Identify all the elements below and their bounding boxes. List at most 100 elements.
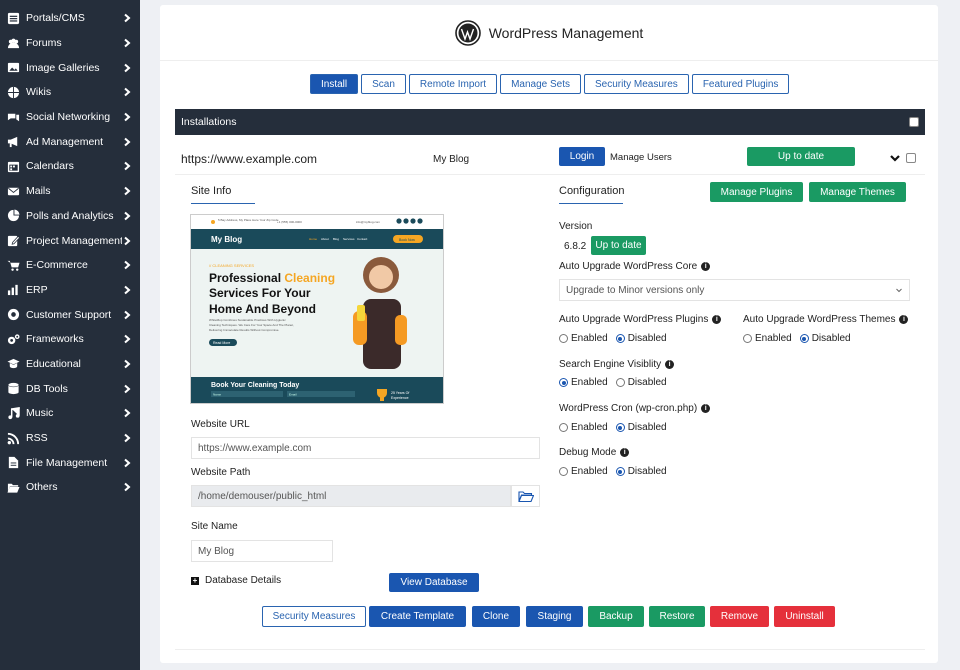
radio-label: Disabled [627, 333, 667, 344]
installation-name: My Blog [433, 154, 470, 165]
sidebar-item-label: Educational [26, 357, 81, 370]
sidebar-item-educational[interactable]: Educational [0, 352, 140, 377]
select-all-checkbox[interactable] [909, 117, 919, 127]
browse-folder-button[interactable] [511, 485, 540, 507]
main-panel: WordPress Management Install Scan Remote… [160, 5, 938, 663]
login-button[interactable]: Login [559, 147, 605, 166]
remove-button[interactable]: Remove [710, 606, 769, 627]
sidebar-item-music[interactable]: Music [0, 401, 140, 426]
folder-open-icon [6, 480, 20, 494]
sidebar-item-others[interactable]: Others [0, 475, 140, 500]
sidebar-item-label: Music [26, 407, 54, 420]
restore-button[interactable]: Restore [649, 606, 705, 627]
create-template-button[interactable]: Create Template [369, 606, 466, 627]
manage-plugins-button[interactable]: Manage Plugins [710, 182, 803, 202]
sidebar-item-ad-management[interactable]: Ad Management [0, 129, 140, 154]
radio-label: Disabled [627, 422, 667, 433]
sidebar-item-erp[interactable]: ERP [0, 278, 140, 303]
row-checkbox[interactable] [906, 153, 916, 163]
site-name-input[interactable]: My Blog [191, 540, 333, 562]
plugins-upgrade-options: Enabled Disabled [559, 333, 667, 344]
sidebar-item-label: Calendars [26, 160, 74, 173]
info-icon: i [620, 448, 630, 457]
info-icon: i [712, 315, 722, 324]
seo-disabled-radio[interactable] [615, 378, 625, 387]
sidebar-item-polls-and-analytics[interactable]: Polls and Analytics [0, 204, 140, 229]
security-measures-button[interactable]: Security Measures [262, 606, 366, 627]
manage-users-link[interactable]: Manage Users [610, 152, 672, 163]
view-database-button[interactable]: View Database [389, 573, 479, 592]
sidebar-item-label: Customer Support [26, 308, 112, 321]
website-url-input[interactable]: https://www.example.com [191, 437, 540, 459]
tab-security-measures[interactable]: Security Measures [584, 74, 689, 94]
site-preview-image: 5 Bay Address, My Place Here Your Zip Co… [191, 215, 443, 403]
info-icon: i [701, 404, 711, 413]
core-upgrade-select[interactable]: Upgrade to Minor versions only [559, 279, 910, 301]
sidebar-item-mails[interactable]: Mails [0, 179, 140, 204]
thumb-headline-3: Home And Beyond [209, 302, 316, 316]
themes-enabled-radio[interactable] [743, 334, 752, 343]
sidebar-item-portals-cms[interactable]: Portals/CMS [0, 6, 140, 31]
tab-bar: Install Scan Remote Import Manage Sets S… [310, 74, 790, 94]
plugins-upgrade-label-row: Auto Upgrade WordPress Plugins i [559, 314, 722, 325]
sidebar-item-calendars[interactable]: Calendars [0, 154, 140, 179]
sidebar-item-project-management[interactable]: Project Management [0, 228, 140, 253]
installation-url[interactable]: https://www.example.com [181, 152, 317, 166]
page-header: WordPress Management [160, 5, 938, 61]
debug-disabled-radio[interactable] [615, 467, 625, 476]
info-icon: i [665, 360, 675, 369]
sidebar-item-db-tools[interactable]: DB Tools [0, 376, 140, 401]
megaphone-icon [6, 135, 20, 149]
chevron-down-icon[interactable] [889, 152, 901, 164]
users-icon [6, 36, 20, 50]
divider [175, 649, 925, 650]
sidebar-item-social-networking[interactable]: Social Networking [0, 105, 140, 130]
tab-scan[interactable]: Scan [361, 74, 406, 94]
staging-button[interactable]: Staging [526, 606, 583, 627]
chevron-right-icon [122, 433, 132, 443]
website-path-label: Website Path [191, 467, 251, 478]
clone-button[interactable]: Clone [472, 606, 520, 627]
database-icon [6, 382, 20, 396]
tab-manage-sets[interactable]: Manage Sets [500, 74, 581, 94]
database-details-toggle[interactable]: + Database Details [191, 575, 281, 586]
sidebar-item-image-galleries[interactable]: Image Galleries [0, 55, 140, 80]
seo-label-row: Search Engine Visiblity i [559, 359, 675, 370]
plugins-enabled-radio[interactable] [559, 334, 568, 343]
sidebar-item-forums[interactable]: Forums [0, 31, 140, 56]
chevron-right-icon [122, 359, 132, 369]
themes-disabled-radio[interactable] [799, 334, 809, 343]
sidebar-item-file-management[interactable]: File Management [0, 450, 140, 475]
debug-label-row: Debug Mode i [559, 447, 630, 458]
thumb-email: info@myblog.com [356, 220, 381, 224]
sidebar-item-label: Portals/CMS [26, 12, 85, 25]
tab-install[interactable]: Install [310, 74, 359, 94]
tab-featured-plugins[interactable]: Featured Plugins [691, 74, 790, 94]
sidebar-item-label: Others [26, 481, 58, 494]
sidebar-item-wikis[interactable]: Wikis [0, 80, 140, 105]
sidebar-item-label: Social Networking [26, 111, 111, 124]
sidebar-item-frameworks[interactable]: Frameworks [0, 327, 140, 352]
backup-button[interactable]: Backup [588, 606, 644, 627]
chevron-right-icon [122, 285, 132, 295]
wordpress-logo-icon [454, 19, 481, 46]
sidebar-item-customer-support[interactable]: Customer Support [0, 302, 140, 327]
debug-enabled-radio[interactable] [559, 467, 568, 476]
plugins-disabled-radio[interactable] [615, 334, 625, 343]
tab-remote-import[interactable]: Remote Import [408, 74, 498, 94]
cron-enabled-radio[interactable] [559, 423, 568, 432]
seo-enabled-radio[interactable] [559, 378, 568, 387]
sidebar-item-label: Polls and Analytics [26, 209, 114, 222]
folder-open-icon [517, 491, 534, 502]
installations-header: Installations [175, 109, 925, 135]
cron-disabled-radio[interactable] [615, 423, 625, 432]
manage-themes-button[interactable]: Manage Themes [809, 182, 906, 202]
uninstall-button[interactable]: Uninstall [774, 606, 835, 627]
sidebar-item-e-commerce[interactable]: E-Commerce [0, 253, 140, 278]
image-icon [6, 61, 20, 75]
sidebar-item-rss[interactable]: RSS [0, 426, 140, 451]
version-value: 6.8.2 [564, 241, 587, 252]
sidebar-item-label: Ad Management [26, 135, 104, 148]
thumb-book-title: Book Your Cleaning Today [211, 382, 299, 389]
website-path-input[interactable]: /home/demouser/public_html [191, 485, 511, 507]
